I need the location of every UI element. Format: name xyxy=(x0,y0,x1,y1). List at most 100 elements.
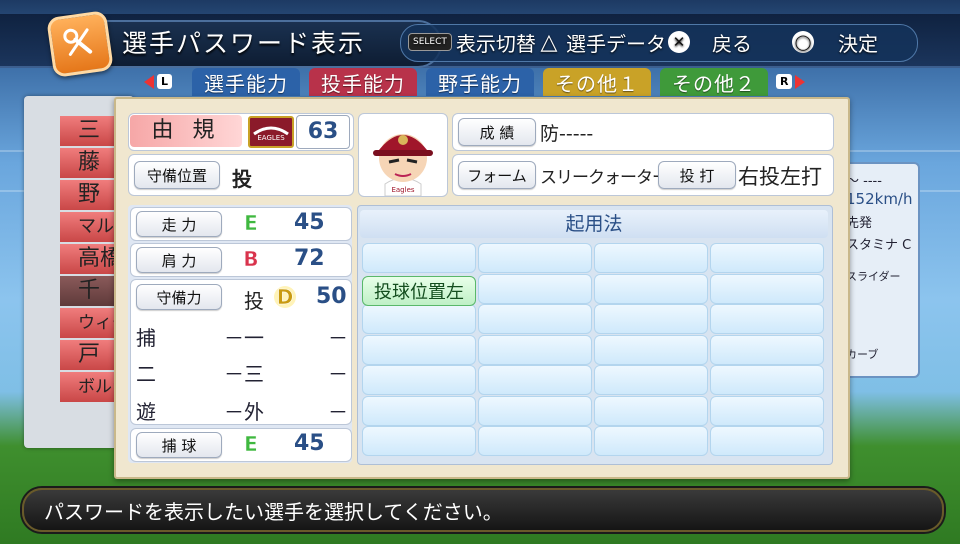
usage-cell[interactable] xyxy=(710,365,824,395)
usage-cell[interactable] xyxy=(478,334,592,365)
sub-position-value: － xyxy=(224,326,244,350)
summary-text: 〜 ---- xyxy=(846,174,882,189)
sub-position-value: － xyxy=(328,326,348,350)
sub-position-name: 外 xyxy=(244,400,264,424)
tab-pitcher-ability[interactable]: 投手能力 xyxy=(309,68,417,96)
tab-next[interactable]: R xyxy=(776,74,806,89)
hint-circle[interactable]: ◯ 決定 xyxy=(792,27,878,57)
fielding-position: 投 xyxy=(244,289,264,313)
usage-cell[interactable] xyxy=(478,426,592,456)
usage-cell[interactable] xyxy=(594,334,708,365)
position-label: 守備位置 xyxy=(134,161,220,189)
usage-cell[interactable] xyxy=(710,304,824,334)
l-button-icon: L xyxy=(157,74,173,89)
usage-cell[interactable] xyxy=(362,426,476,456)
usage-cell[interactable] xyxy=(594,304,708,334)
sub-position-row: 遊 － 外 － xyxy=(136,396,348,425)
left-arrow-icon xyxy=(144,74,154,89)
usage-cell[interactable] xyxy=(594,243,708,273)
footer-message: パスワードを表示したい選手を選択してください。 xyxy=(44,500,503,524)
sub-position-value: － xyxy=(328,362,348,386)
speed-label: 走 力 xyxy=(136,211,222,237)
r-button-icon: R xyxy=(776,74,793,89)
hint-label: 決定 xyxy=(838,31,878,56)
right-arrow-icon xyxy=(795,74,806,89)
form-label: フォーム xyxy=(458,161,536,189)
tab-other-2[interactable]: その他２ xyxy=(660,68,768,96)
tab-fielder-ability[interactable]: 野手能力 xyxy=(426,68,534,96)
usage-cell[interactable] xyxy=(362,243,476,273)
arm-label: 肩 力 xyxy=(136,247,222,273)
usage-cell[interactable] xyxy=(710,243,824,273)
usage-cell[interactable] xyxy=(710,273,824,304)
sub-position-name: 三 xyxy=(244,362,264,386)
usage-title: 起用法 xyxy=(360,210,828,238)
avatar: Eagles xyxy=(358,113,448,197)
sub-position-name: 二 xyxy=(136,362,156,386)
usage-cell[interactable] xyxy=(478,304,592,334)
usage-cell[interactable] xyxy=(710,395,824,426)
page-title: 選手パスワード表示 xyxy=(122,29,366,58)
tab-other-1[interactable]: その他１ xyxy=(543,68,651,96)
usage-cell[interactable] xyxy=(478,243,592,273)
usage-cell[interactable] xyxy=(362,395,476,426)
usage-cell[interactable] xyxy=(478,365,592,395)
sub-position-name: 遊 xyxy=(136,400,156,424)
uniform-number: 63 xyxy=(296,115,350,149)
summary-pitch: スライダー xyxy=(846,270,901,283)
sub-position-value: － xyxy=(224,400,244,424)
hint-cross[interactable]: ✕ 戻る xyxy=(668,27,752,57)
svg-text:Eagles: Eagles xyxy=(391,186,414,194)
sub-position-row: 二 － 三 － xyxy=(136,358,348,387)
sub-position-value: － xyxy=(224,362,244,386)
tools-icon xyxy=(46,10,114,78)
fielding-label: 守備力 xyxy=(136,284,222,310)
speed-value: 45 xyxy=(294,210,325,235)
usage-chip[interactable]: 投球位置左 xyxy=(362,276,476,306)
arm-value: 72 xyxy=(294,246,325,271)
usage-cell[interactable] xyxy=(478,273,592,304)
circle-button-icon: ◯ xyxy=(792,31,814,53)
usage-cell[interactable] xyxy=(362,365,476,395)
svg-text:EAGLES: EAGLES xyxy=(257,134,285,142)
usage-cell[interactable] xyxy=(710,334,824,365)
catching-grade: E xyxy=(244,432,258,457)
bats-value: 右投左打 xyxy=(738,165,822,189)
usage-cell[interactable] xyxy=(478,395,592,426)
speed-grade: E xyxy=(244,211,258,236)
select-button-icon: SELECT xyxy=(408,33,452,51)
triangle-button-icon: △ xyxy=(540,29,558,55)
player-name: 由 規 xyxy=(130,115,242,147)
usage-cell[interactable] xyxy=(710,426,824,456)
fielding-grade: D xyxy=(274,285,296,309)
message-bar: パスワードを表示したい選手を選択してください。 xyxy=(22,488,944,532)
tab-prev[interactable]: L xyxy=(144,74,173,89)
hint-label: 表示切替 xyxy=(455,31,536,56)
usage-cell[interactable] xyxy=(594,365,708,395)
hint-label: 選手データ xyxy=(566,31,666,56)
hint-select[interactable]: SELECT 表示切替 xyxy=(408,27,536,57)
sub-position-name: 捕 xyxy=(136,326,156,350)
cross-button-icon: ✕ xyxy=(668,31,690,53)
tab-player-ability[interactable]: 選手能力 xyxy=(192,68,300,96)
fielding-value: 50 xyxy=(316,284,347,309)
summary-pitch: カーブ xyxy=(846,348,879,361)
catching-label: 捕 球 xyxy=(136,432,222,458)
usage-cell[interactable] xyxy=(594,395,708,426)
sub-position-row: 捕 － 一 － xyxy=(136,322,348,351)
record-value: 防----- xyxy=(540,123,594,145)
usage-cell[interactable] xyxy=(594,426,708,456)
sub-position-name: 一 xyxy=(244,326,264,350)
usage-cell[interactable] xyxy=(362,304,476,334)
hint-triangle[interactable]: △ 選手データ xyxy=(538,27,666,57)
hint-label: 戻る xyxy=(712,31,752,56)
usage-cell[interactable] xyxy=(362,334,476,365)
summary-speed: 152km/h xyxy=(846,190,913,208)
arm-grade: B xyxy=(243,247,259,272)
catching-value: 45 xyxy=(294,431,325,456)
usage-cell[interactable] xyxy=(594,273,708,304)
bats-label: 投 打 xyxy=(658,161,736,189)
sub-position-value: － xyxy=(328,400,348,424)
team-logo: EAGLES xyxy=(248,116,294,148)
summary-stamina: スタミナ C xyxy=(846,238,912,253)
